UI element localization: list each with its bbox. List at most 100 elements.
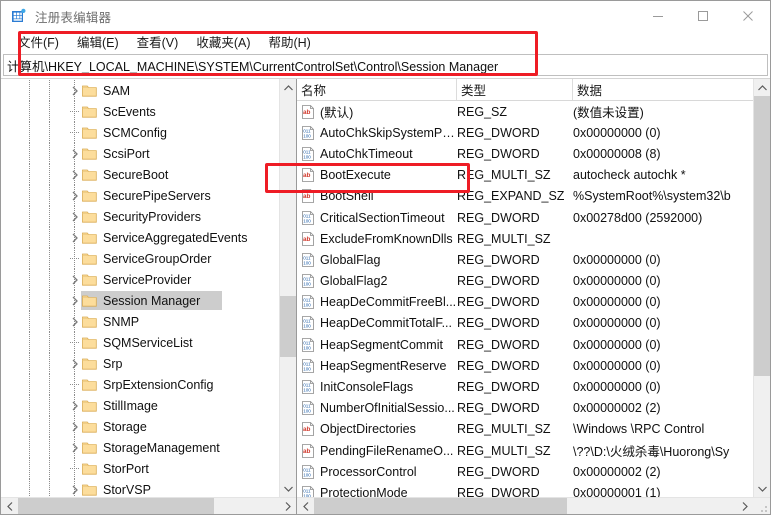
values-list-row[interactable]: 011100AutoChkTimeoutREG_DWORD0x00000008 … xyxy=(297,143,753,164)
chevron-right-icon[interactable] xyxy=(69,358,80,369)
tree-item-securityproviders[interactable]: SecurityProviders xyxy=(1,206,279,227)
values-scroll-track[interactable] xyxy=(754,96,770,480)
values-list-row[interactable]: abBootShellREG_EXPAND_SZ%SystemRoot%\sys… xyxy=(297,186,753,207)
tree-hscroll-right-icon[interactable] xyxy=(279,498,296,514)
tree-scroll-thumb[interactable] xyxy=(280,296,296,357)
values-list-row[interactable]: abExcludeFromKnownDllsREG_MULTI_SZ xyxy=(297,228,753,249)
values-horizontal-scrollbar[interactable] xyxy=(297,497,770,514)
chevron-right-icon[interactable] xyxy=(69,442,80,453)
values-hscroll-thumb[interactable] xyxy=(314,498,567,514)
menu-view[interactable]: 查看(V) xyxy=(128,31,188,53)
value-type-cell: REG_DWORD xyxy=(457,359,573,373)
values-hscroll-left-icon[interactable] xyxy=(297,498,314,514)
tree-item-sam[interactable]: SAM xyxy=(1,80,279,101)
tree-guide-line xyxy=(49,437,50,458)
column-header-name[interactable]: 名称 xyxy=(297,79,457,100)
values-list-row[interactable]: 011100GlobalFlag2REG_DWORD0x00000000 (0) xyxy=(297,271,753,292)
values-list-row[interactable]: 011100CriticalSectionTimeoutREG_DWORD0x0… xyxy=(297,207,753,228)
string-value-icon: ab xyxy=(301,105,315,119)
tree-scroll-track[interactable] xyxy=(280,96,296,480)
chevron-right-icon[interactable] xyxy=(69,421,80,432)
values-scroll-thumb[interactable] xyxy=(754,96,770,376)
resize-grip[interactable] xyxy=(753,498,770,514)
menu-help[interactable]: 帮助(H) xyxy=(259,31,319,53)
tree-item-stillimage[interactable]: StillImage xyxy=(1,395,279,416)
tree-hscroll-track[interactable] xyxy=(18,498,279,514)
values-list-row[interactable]: 011100NumberOfInitialSessio...REG_DWORD0… xyxy=(297,398,753,419)
tree-item-securepipeservers[interactable]: SecurePipeServers xyxy=(1,185,279,206)
values-list-row[interactable]: abObjectDirectoriesREG_MULTI_SZ\Windows … xyxy=(297,419,753,440)
values-list-row[interactable]: 011100InitConsoleFlagsREG_DWORD0x0000000… xyxy=(297,376,753,397)
minimize-button[interactable] xyxy=(635,1,680,31)
registry-values-pane: 名称 类型 数据 ab(默认)REG_SZ(数值未设置)011100AutoCh… xyxy=(297,79,770,514)
tree-item-scevents[interactable]: ScEvents xyxy=(1,101,279,122)
tree-item-session-manager[interactable]: Session Manager xyxy=(1,290,279,311)
chevron-right-icon[interactable] xyxy=(69,232,80,243)
folder-icon xyxy=(82,294,97,307)
values-scroll-up-icon[interactable] xyxy=(754,79,770,96)
menu-favorites[interactable]: 收藏夹(A) xyxy=(187,31,259,53)
value-name-cell: abPendingFileRenameO... xyxy=(297,444,457,458)
values-list-row[interactable]: 011100AutoChkSkipSystemPa...REG_DWORD0x0… xyxy=(297,122,753,143)
chevron-right-icon[interactable] xyxy=(69,274,80,285)
values-list-row[interactable]: 011100ProtectionModeREG_DWORD0x00000001 … xyxy=(297,482,753,497)
tree-item-storage[interactable]: Storage xyxy=(1,416,279,437)
tree-hscroll-thumb[interactable] xyxy=(18,498,214,514)
chevron-right-icon[interactable] xyxy=(69,190,80,201)
tree-item-servicegrouporder[interactable]: ServiceGroupOrder xyxy=(1,248,279,269)
values-list-row[interactable]: 011100ProcessorControlREG_DWORD0x0000000… xyxy=(297,461,753,482)
address-path-text: 计算机\HKEY_LOCAL_MACHINE\SYSTEM\CurrentCon… xyxy=(7,56,498,75)
menu-file[interactable]: 文件(F) xyxy=(9,31,68,53)
menu-edit[interactable]: 编辑(E) xyxy=(68,31,128,53)
tree-scroll-up-icon[interactable] xyxy=(280,79,296,96)
values-list-row[interactable]: 011100HeapSegmentCommitREG_DWORD0x000000… xyxy=(297,334,753,355)
chevron-right-icon[interactable] xyxy=(69,148,80,159)
value-name-cell: 011100AutoChkTimeout xyxy=(297,147,457,161)
close-button[interactable] xyxy=(725,1,770,31)
tree-scroll-down-icon[interactable] xyxy=(280,480,296,497)
tree-horizontal-scrollbar[interactable] xyxy=(1,497,296,514)
chevron-right-icon[interactable] xyxy=(69,295,80,306)
values-list-row[interactable]: 011100HeapDeCommitTotalF...REG_DWORD0x00… xyxy=(297,313,753,334)
chevron-right-icon[interactable] xyxy=(69,211,80,222)
chevron-right-icon[interactable] xyxy=(69,169,80,180)
chevron-right-icon[interactable] xyxy=(69,400,80,411)
value-name-label: ProcessorControl xyxy=(320,465,417,479)
values-list-row[interactable]: abBootExecuteREG_MULTI_SZautocheck autoc… xyxy=(297,165,753,186)
values-list-row[interactable]: 011100HeapDeCommitFreeBl...REG_DWORD0x00… xyxy=(297,292,753,313)
tree-item-snmp[interactable]: SNMP xyxy=(1,311,279,332)
tree-item-serviceprovider[interactable]: ServiceProvider xyxy=(1,269,279,290)
values-list[interactable]: ab(默认)REG_SZ(数值未设置)011100AutoChkSkipSyst… xyxy=(297,101,753,497)
tree-item-storagemanagement[interactable]: StorageManagement xyxy=(1,437,279,458)
column-header-type[interactable]: 类型 xyxy=(457,79,573,100)
values-list-row[interactable]: abPendingFileRenameO...REG_MULTI_SZ\??\D… xyxy=(297,440,753,461)
tree-item-scmconfig[interactable]: SCMConfig xyxy=(1,122,279,143)
registry-tree[interactable]: SAMScEventsSCMConfigScsiPortSecureBootSe… xyxy=(1,79,279,497)
values-vertical-scrollbar[interactable] xyxy=(753,79,770,497)
tree-vertical-scrollbar[interactable] xyxy=(279,79,296,497)
column-header-data[interactable]: 数据 xyxy=(573,79,753,100)
values-hscroll-right-icon[interactable] xyxy=(736,498,753,514)
tree-item-storvsp[interactable]: StorVSP xyxy=(1,479,279,497)
values-list-row[interactable]: 011100HeapSegmentReserveREG_DWORD0x00000… xyxy=(297,355,753,376)
values-list-row[interactable]: 011100GlobalFlagREG_DWORD0x00000000 (0) xyxy=(297,249,753,270)
tree-item-storport[interactable]: StorPort xyxy=(1,458,279,479)
values-hscroll-track[interactable] xyxy=(314,498,736,514)
dword-value-icon: 011100 xyxy=(301,465,315,479)
chevron-right-icon[interactable] xyxy=(69,85,80,96)
maximize-button[interactable] xyxy=(680,1,725,31)
value-name-label: ProtectionMode xyxy=(320,486,408,497)
tree-guide-line xyxy=(29,479,30,497)
chevron-right-icon[interactable] xyxy=(69,316,80,327)
values-scroll-down-icon[interactable] xyxy=(754,480,770,497)
values-list-row[interactable]: ab(默认)REG_SZ(数值未设置) xyxy=(297,101,753,122)
tree-item-scsiport[interactable]: ScsiPort xyxy=(1,143,279,164)
tree-item-srp[interactable]: Srp xyxy=(1,353,279,374)
address-bar[interactable]: 计算机\HKEY_LOCAL_MACHINE\SYSTEM\CurrentCon… xyxy=(3,54,768,76)
tree-item-secureboot[interactable]: SecureBoot xyxy=(1,164,279,185)
tree-item-srpextensionconfig[interactable]: SrpExtensionConfig xyxy=(1,374,279,395)
tree-item-serviceaggregatedevents[interactable]: ServiceAggregatedEvents xyxy=(1,227,279,248)
tree-item-sqmservicelist[interactable]: SQMServiceList xyxy=(1,332,279,353)
tree-hscroll-left-icon[interactable] xyxy=(1,498,18,514)
chevron-right-icon[interactable] xyxy=(69,484,80,495)
